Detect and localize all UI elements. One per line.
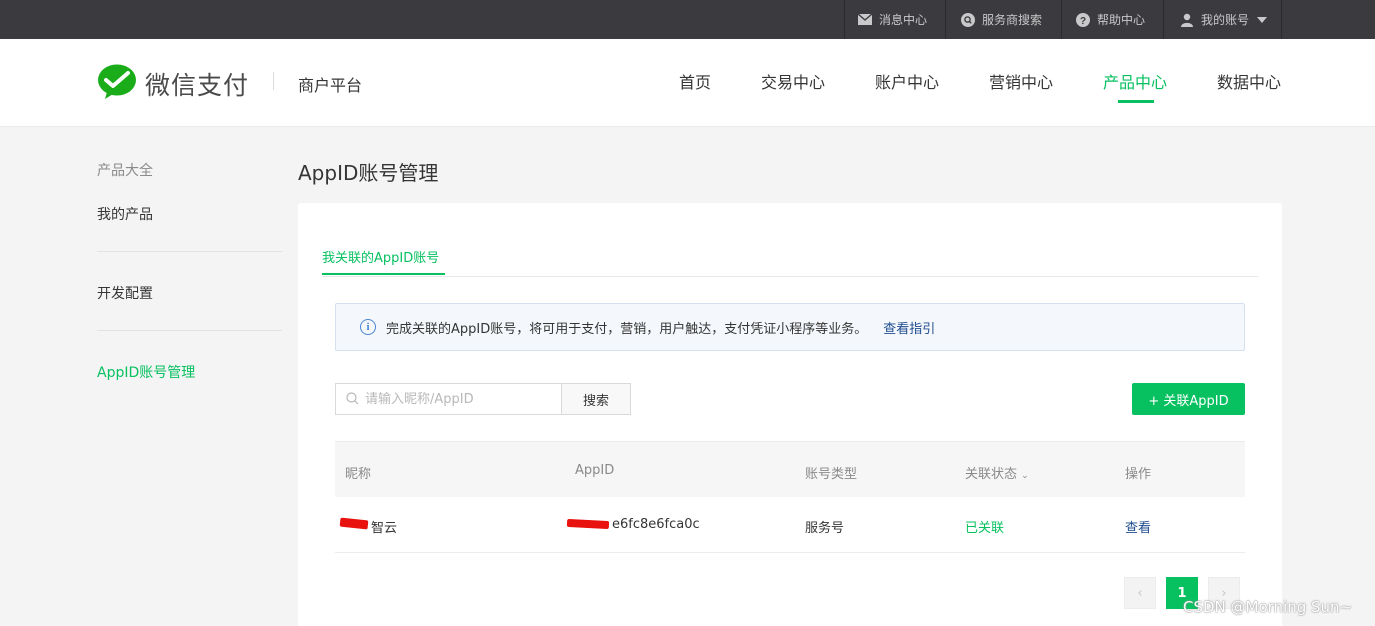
nav-account-center[interactable]: 账户中心 bbox=[875, 69, 939, 93]
status-header-label: 关联状态 bbox=[965, 467, 1018, 482]
mail-icon bbox=[858, 13, 872, 27]
info-notice: i 完成关联的AppID账号，将可用于支付，营销，用户触达，支付凭证小程序等业务… bbox=[335, 303, 1245, 351]
sidebar-divider bbox=[97, 251, 282, 252]
search-icon bbox=[346, 390, 359, 409]
search-field[interactable] bbox=[335, 383, 562, 415]
search-input[interactable] bbox=[365, 391, 555, 407]
sidebar-divider bbox=[97, 330, 282, 331]
svg-text:?: ? bbox=[1080, 16, 1086, 27]
view-link[interactable]: 查看 bbox=[1125, 517, 1151, 536]
top-bar: 消息中心 服务商搜索 ? 帮助中心 我的账号 bbox=[0, 0, 1375, 39]
appid-table: 昵称 AppID 账号类型 关联状态 ⌄ 操作 智云 e6fc8e6fca0c … bbox=[335, 441, 1245, 553]
view-guide-link[interactable]: 查看指引 bbox=[883, 318, 935, 337]
column-header-nickname: 昵称 bbox=[345, 467, 372, 482]
nav-marketing-center[interactable]: 营销中心 bbox=[989, 69, 1053, 93]
table-row: 智云 e6fc8e6fca0c 服务号 已关联 查看 bbox=[335, 497, 1245, 553]
column-header-appid: AppID bbox=[575, 463, 615, 478]
chevron-down-icon: ⌄ bbox=[1021, 471, 1029, 481]
status-badge: 已关联 bbox=[965, 521, 1005, 536]
topbar-separator bbox=[1281, 0, 1282, 39]
service-search-link[interactable]: 服务商搜索 bbox=[961, 0, 1042, 39]
wechat-pay-logo-icon bbox=[97, 64, 137, 104]
prev-page-button[interactable]: ‹ bbox=[1124, 577, 1156, 609]
account-menu[interactable]: 我的账号 bbox=[1180, 0, 1268, 39]
table-header: 昵称 AppID 账号类型 关联状态 ⌄ 操作 bbox=[335, 441, 1245, 497]
cell-nickname: 智云 bbox=[371, 521, 398, 536]
column-header-actions: 操作 bbox=[1125, 467, 1152, 482]
cell-account-type: 服务号 bbox=[805, 521, 845, 536]
cell-appid: e6fc8e6fca0c bbox=[612, 517, 700, 532]
service-search-label: 服务商搜索 bbox=[982, 13, 1043, 27]
redaction-mark bbox=[566, 518, 610, 530]
messages-link[interactable]: 消息中心 bbox=[858, 0, 927, 39]
sidebar-category: 产品大全 bbox=[97, 163, 153, 179]
topbar-separator bbox=[844, 0, 845, 39]
platform-label: 商户平台 bbox=[298, 76, 363, 95]
main-header: 微信支付 商户平台 首页 交易中心 账户中心 营销中心 产品中心 数据中心 bbox=[0, 39, 1375, 127]
nav-home[interactable]: 首页 bbox=[679, 69, 711, 93]
content-card: 我关联的AppID账号 i 完成关联的AppID账号，将可用于支付，营销，用户触… bbox=[298, 203, 1282, 626]
notice-text: 完成关联的AppID账号，将可用于支付，营销，用户触达，支付凭证小程序等业务。 bbox=[386, 321, 868, 337]
redaction-mark bbox=[339, 517, 369, 530]
tab-linked-appid[interactable]: 我关联的AppID账号 bbox=[322, 247, 439, 266]
watermark: CSDN @Morning Sun~ bbox=[1183, 598, 1353, 616]
nav-active-indicator bbox=[1118, 100, 1154, 103]
logo-text: 微信支付 bbox=[145, 71, 250, 100]
column-header-status[interactable]: 关联状态 ⌄ bbox=[965, 463, 1029, 482]
topbar-separator bbox=[945, 0, 946, 39]
help-label: 帮助中心 bbox=[1097, 13, 1146, 27]
nav-product-center[interactable]: 产品中心 bbox=[1103, 69, 1167, 93]
tab-bar-divider bbox=[322, 276, 1258, 277]
topbar-separator bbox=[1163, 0, 1164, 39]
sidebar-item-dev-config[interactable]: 开发配置 bbox=[97, 283, 153, 303]
page-title: AppID账号管理 bbox=[298, 161, 439, 185]
sidebar-item-appid-management[interactable]: AppID账号管理 bbox=[97, 362, 195, 382]
messages-label: 消息中心 bbox=[879, 13, 928, 27]
account-label: 我的账号 bbox=[1201, 13, 1250, 27]
search-circle-icon bbox=[961, 12, 975, 27]
user-icon bbox=[1180, 13, 1194, 27]
tab-active-indicator bbox=[322, 273, 445, 275]
logo-divider bbox=[273, 72, 274, 90]
nav-data-center[interactable]: 数据中心 bbox=[1217, 69, 1281, 93]
sidebar-item-my-products[interactable]: 我的产品 bbox=[97, 204, 153, 224]
chevron-down-icon bbox=[1257, 16, 1268, 23]
help-icon: ? bbox=[1076, 12, 1090, 27]
info-icon: i bbox=[360, 319, 376, 335]
topbar-separator bbox=[1061, 0, 1062, 39]
add-appid-button[interactable]: + 关联AppID bbox=[1132, 383, 1245, 415]
wechat-pay-logo[interactable]: 微信支付 bbox=[97, 64, 249, 104]
nav-trade-center[interactable]: 交易中心 bbox=[761, 69, 825, 93]
column-header-account-type: 账号类型 bbox=[805, 467, 858, 482]
search-button[interactable]: 搜索 bbox=[561, 383, 631, 415]
help-link[interactable]: ? 帮助中心 bbox=[1076, 0, 1145, 39]
